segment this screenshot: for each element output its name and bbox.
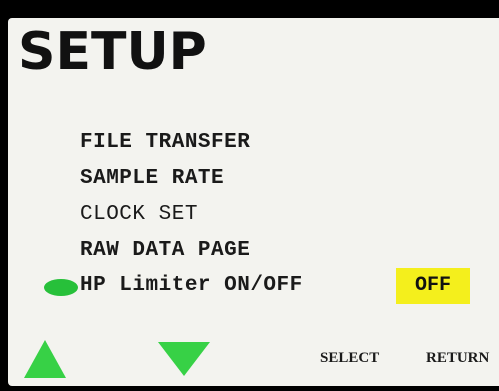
selection-indicator-icon [44, 279, 78, 296]
select-button[interactable]: SELECT [320, 349, 379, 367]
menu-item-sample-rate[interactable]: SAMPLE RATE [80, 167, 224, 191]
menu-item-file-transfer[interactable]: FILE TRANSFER [80, 131, 250, 155]
page-title: SETUP [18, 22, 207, 82]
up-arrow-icon[interactable] [24, 340, 66, 378]
down-arrow-icon[interactable] [158, 342, 210, 376]
hp-limiter-status-badge[interactable]: OFF [396, 268, 470, 304]
menu-item-hp-limiter[interactable]: HP Limiter ON/OFF [80, 274, 303, 298]
menu-item-clock-set[interactable]: CLOCK SET [80, 203, 198, 227]
device-screen: SETUP FILE TRANSFER SAMPLE RATE CLOCK SE… [0, 0, 499, 391]
return-button[interactable]: RETURN [426, 349, 489, 367]
menu-item-raw-data-page[interactable]: RAW DATA PAGE [80, 239, 250, 263]
